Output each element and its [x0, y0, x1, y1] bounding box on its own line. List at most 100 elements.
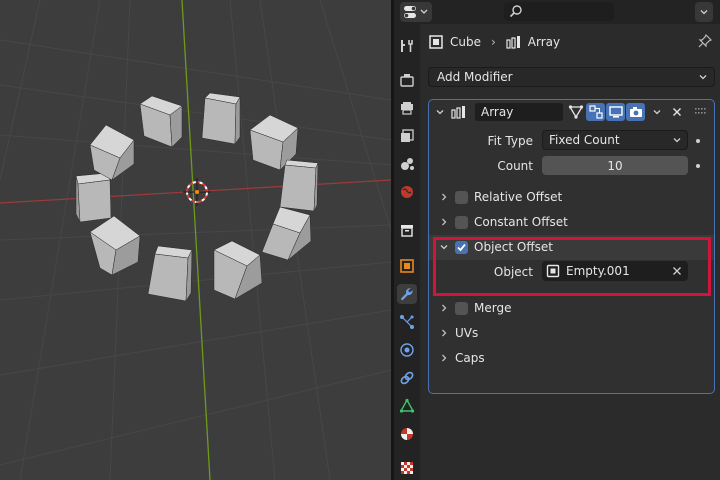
merge-label: Merge	[474, 301, 512, 315]
drag-handle-icon[interactable]	[695, 107, 707, 117]
edit-mode-toggle[interactable]	[566, 103, 585, 121]
tab-collection[interactable]	[397, 220, 417, 240]
breadcrumb-object: Cube	[450, 35, 481, 49]
tab-view-layer[interactable]	[397, 126, 417, 146]
tab-particles[interactable]	[397, 312, 417, 332]
modifier-name-field[interactable]: Array	[475, 103, 563, 121]
cube	[213, 240, 263, 300]
tab-render[interactable]	[397, 70, 417, 90]
tab-scene[interactable]	[397, 154, 417, 174]
particles-icon	[400, 315, 414, 329]
tab-tool[interactable]	[397, 36, 417, 56]
chevron-down-icon	[700, 10, 708, 15]
add-modifier-dropdown[interactable]: Add Modifier	[428, 67, 715, 87]
chevron-right-icon	[442, 193, 447, 201]
fit-type-dropdown[interactable]: Fixed Count	[542, 130, 688, 150]
chevron-right-icon	[442, 329, 447, 337]
cube	[139, 95, 183, 148]
object-icon	[400, 259, 414, 273]
search-input[interactable]	[504, 2, 614, 21]
array-modifier-panel: Array Fit Type Fixed Count Count 10 Rela…	[428, 99, 715, 394]
tab-material[interactable]	[397, 424, 417, 444]
cube	[279, 159, 319, 212]
relative-offset-label: Relative Offset	[474, 190, 563, 204]
constraints-icon	[400, 371, 414, 385]
animate-property-dot[interactable]	[696, 139, 700, 143]
tab-texture[interactable]	[397, 458, 417, 478]
object-offset-label: Object Offset	[474, 240, 553, 254]
monitor-icon	[608, 106, 623, 118]
empty-object-icon	[546, 264, 560, 278]
on-cage-icon	[588, 105, 603, 119]
tab-world[interactable]	[397, 182, 417, 202]
world-icon	[401, 186, 413, 198]
breadcrumb: Cube › Array	[428, 32, 560, 52]
caps-label: Caps	[455, 351, 485, 365]
constant-offset-checkbox[interactable]	[455, 215, 468, 229]
editor-type-button[interactable]	[400, 2, 432, 22]
render-toggle[interactable]	[626, 103, 645, 121]
modifier-header: Array	[429, 100, 714, 124]
fit-type-label: Fit Type	[487, 134, 533, 148]
count-field[interactable]: 10	[542, 156, 688, 175]
tab-constraints[interactable]	[397, 368, 417, 388]
count-label: Count	[497, 159, 533, 173]
array-modifier-icon	[506, 36, 520, 49]
collection-icon	[401, 225, 413, 237]
remove-modifier-button[interactable]	[667, 103, 686, 121]
on-cage-toggle[interactable]	[586, 103, 605, 121]
uvs-label: UVs	[455, 326, 479, 340]
tab-data[interactable]	[397, 396, 417, 416]
edit-mode-icon	[568, 105, 583, 119]
3d-viewport[interactable]	[0, 0, 391, 480]
array-modifier-icon	[451, 106, 465, 119]
constant-offset-label: Constant Offset	[474, 215, 568, 229]
tab-modifiers[interactable]	[397, 284, 417, 304]
modifier-options-button[interactable]	[647, 103, 666, 121]
tab-object[interactable]	[397, 256, 417, 276]
breadcrumb-modifier: Array	[527, 35, 561, 49]
properties-editor-icon	[404, 6, 428, 18]
add-modifier-label: Add Modifier	[437, 70, 513, 84]
chevron-down-icon	[699, 75, 707, 80]
material-icon	[401, 428, 413, 440]
physics-icon	[400, 343, 414, 357]
scene-icon	[401, 158, 414, 170]
view-layer-icon	[401, 129, 414, 142]
tool-icon	[401, 40, 413, 52]
chevron-down-icon	[673, 138, 681, 143]
uvs-subpanel[interactable]: UVs	[439, 321, 478, 345]
options-button[interactable]	[695, 2, 713, 22]
object-field[interactable]: Empty.001	[542, 261, 688, 281]
object-icon	[429, 35, 443, 49]
object-offset-subpanel[interactable]: Object Offset	[439, 235, 553, 259]
animate-property-dot[interactable]	[696, 164, 700, 168]
properties-header	[394, 0, 720, 24]
object-label: Object	[493, 265, 533, 279]
breadcrumb-separator: ›	[490, 35, 496, 49]
viewport-display-toggle[interactable]	[606, 103, 625, 121]
viewport-scene	[0, 0, 391, 480]
cube	[147, 245, 193, 302]
camera-icon	[629, 107, 642, 117]
merge-subpanel[interactable]: Merge	[439, 296, 511, 320]
pin-icon[interactable]	[698, 34, 712, 48]
output-icon	[401, 102, 413, 115]
caps-subpanel[interactable]: Caps	[439, 346, 485, 370]
tab-output[interactable]	[397, 98, 417, 118]
tab-physics[interactable]	[397, 340, 417, 360]
texture-icon	[401, 462, 413, 474]
fit-type-value: Fixed Count	[549, 133, 620, 147]
collapse-chevron-icon[interactable]	[435, 107, 445, 117]
cube	[89, 215, 141, 276]
object-offset-checkbox[interactable]	[455, 240, 468, 254]
clear-icon[interactable]	[672, 266, 682, 276]
object-value: Empty.001	[566, 264, 630, 278]
chevron-down-icon	[440, 245, 448, 250]
relative-offset-subpanel[interactable]: Relative Offset	[439, 185, 562, 209]
merge-checkbox[interactable]	[455, 301, 468, 315]
relative-offset-checkbox[interactable]	[455, 190, 468, 204]
mesh-data-icon	[399, 398, 415, 413]
wrench-icon	[401, 288, 413, 301]
constant-offset-subpanel[interactable]: Constant Offset	[439, 210, 568, 234]
